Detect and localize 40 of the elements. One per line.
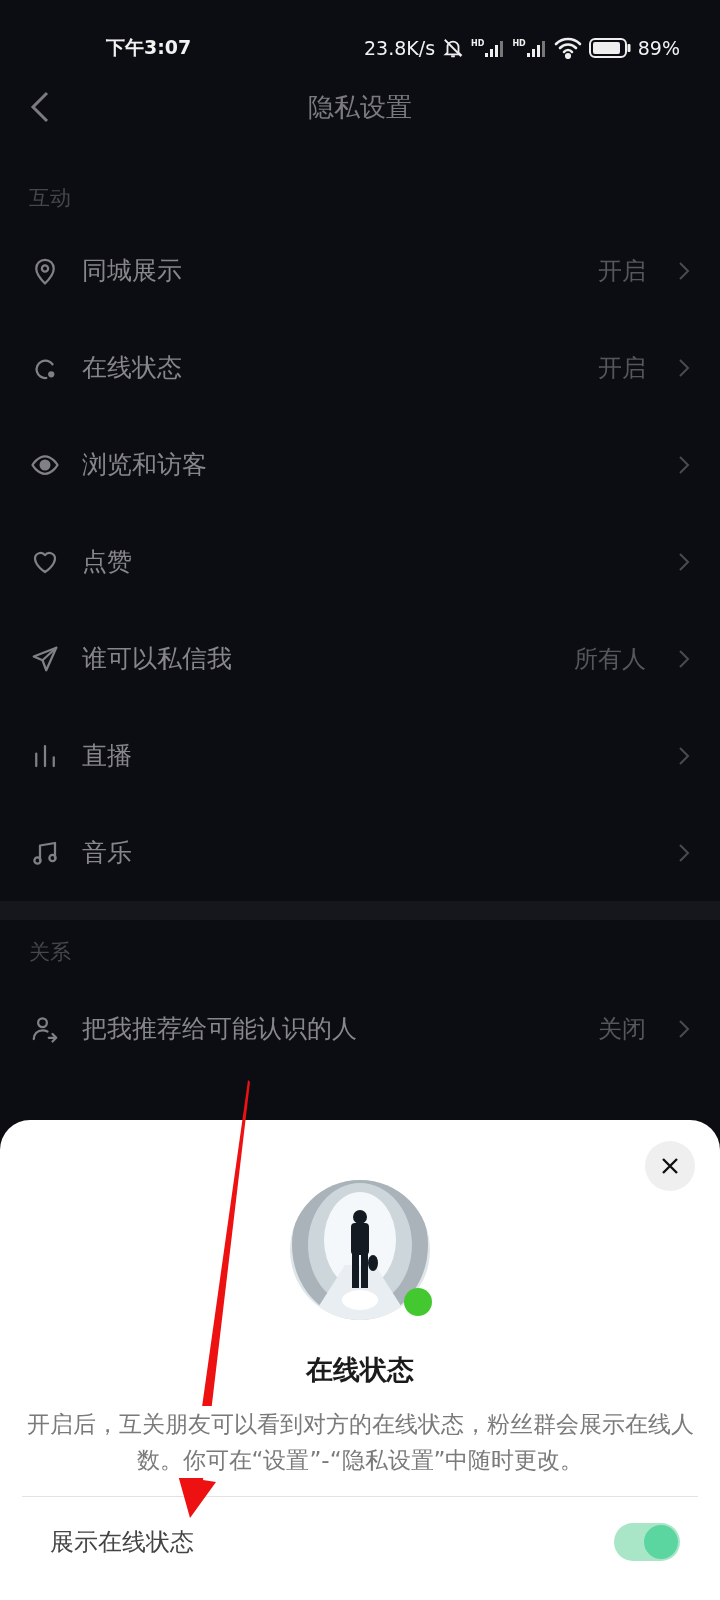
setting-value: 开启 [598, 255, 646, 287]
setting-label[interactable]: 把我推荐给可能认识的人 [82, 1012, 357, 1045]
page-title: 隐私设置 [308, 90, 412, 124]
chevron-icon [678, 551, 690, 572]
sheet-description: 开启后，互关朋友可以看到对方的在线状态，粉丝群会展示在线人数。你可在“设置”-“隐私设置”中随时更改。 [24, 1406, 696, 1478]
network-speed: 23.8K/s [364, 37, 436, 59]
chevron-icon [678, 842, 690, 863]
hd-label: HD [512, 39, 526, 48]
signal-icon [526, 39, 547, 57]
chevron-icon [678, 357, 690, 378]
setting-label[interactable]: 点赞 [82, 545, 132, 578]
setting-value: 所有人 [574, 643, 646, 675]
close-icon [660, 1156, 680, 1176]
setting-label[interactable]: 同城展示 [82, 254, 182, 287]
chevron-icon [678, 648, 690, 669]
setting-label[interactable]: 浏览和访客 [82, 448, 207, 481]
chevron-icon [678, 1018, 690, 1039]
setting-value: 关闭 [598, 1013, 646, 1045]
setting-label[interactable]: 直播 [82, 739, 132, 772]
sheet-title: 在线状态 [306, 1353, 414, 1387]
wifi-icon [553, 37, 582, 59]
chevron-icon [678, 454, 690, 475]
chevron-icon [678, 745, 690, 766]
section-title: 关系 [29, 939, 71, 966]
back-icon[interactable] [30, 91, 50, 123]
battery-percent: 89% [637, 37, 680, 59]
setting-label[interactable]: 音乐 [82, 836, 132, 869]
bell-muted-icon [442, 37, 465, 59]
clock: 下午3:07 [106, 35, 192, 60]
setting-label[interactable]: 在线状态 [82, 351, 182, 384]
toggle-label: 展示在线状态 [50, 1527, 194, 1558]
close-button[interactable] [645, 1141, 695, 1191]
setting-value: 开启 [598, 352, 646, 384]
toggle-switch[interactable] [614, 1523, 680, 1561]
signal-icon [485, 39, 506, 57]
hd-label: HD [471, 39, 485, 48]
section-title: 互动 [29, 185, 71, 212]
chevron-icon [678, 260, 690, 281]
setting-label[interactable]: 谁可以私信我 [82, 642, 232, 675]
battery-icon [588, 38, 631, 58]
